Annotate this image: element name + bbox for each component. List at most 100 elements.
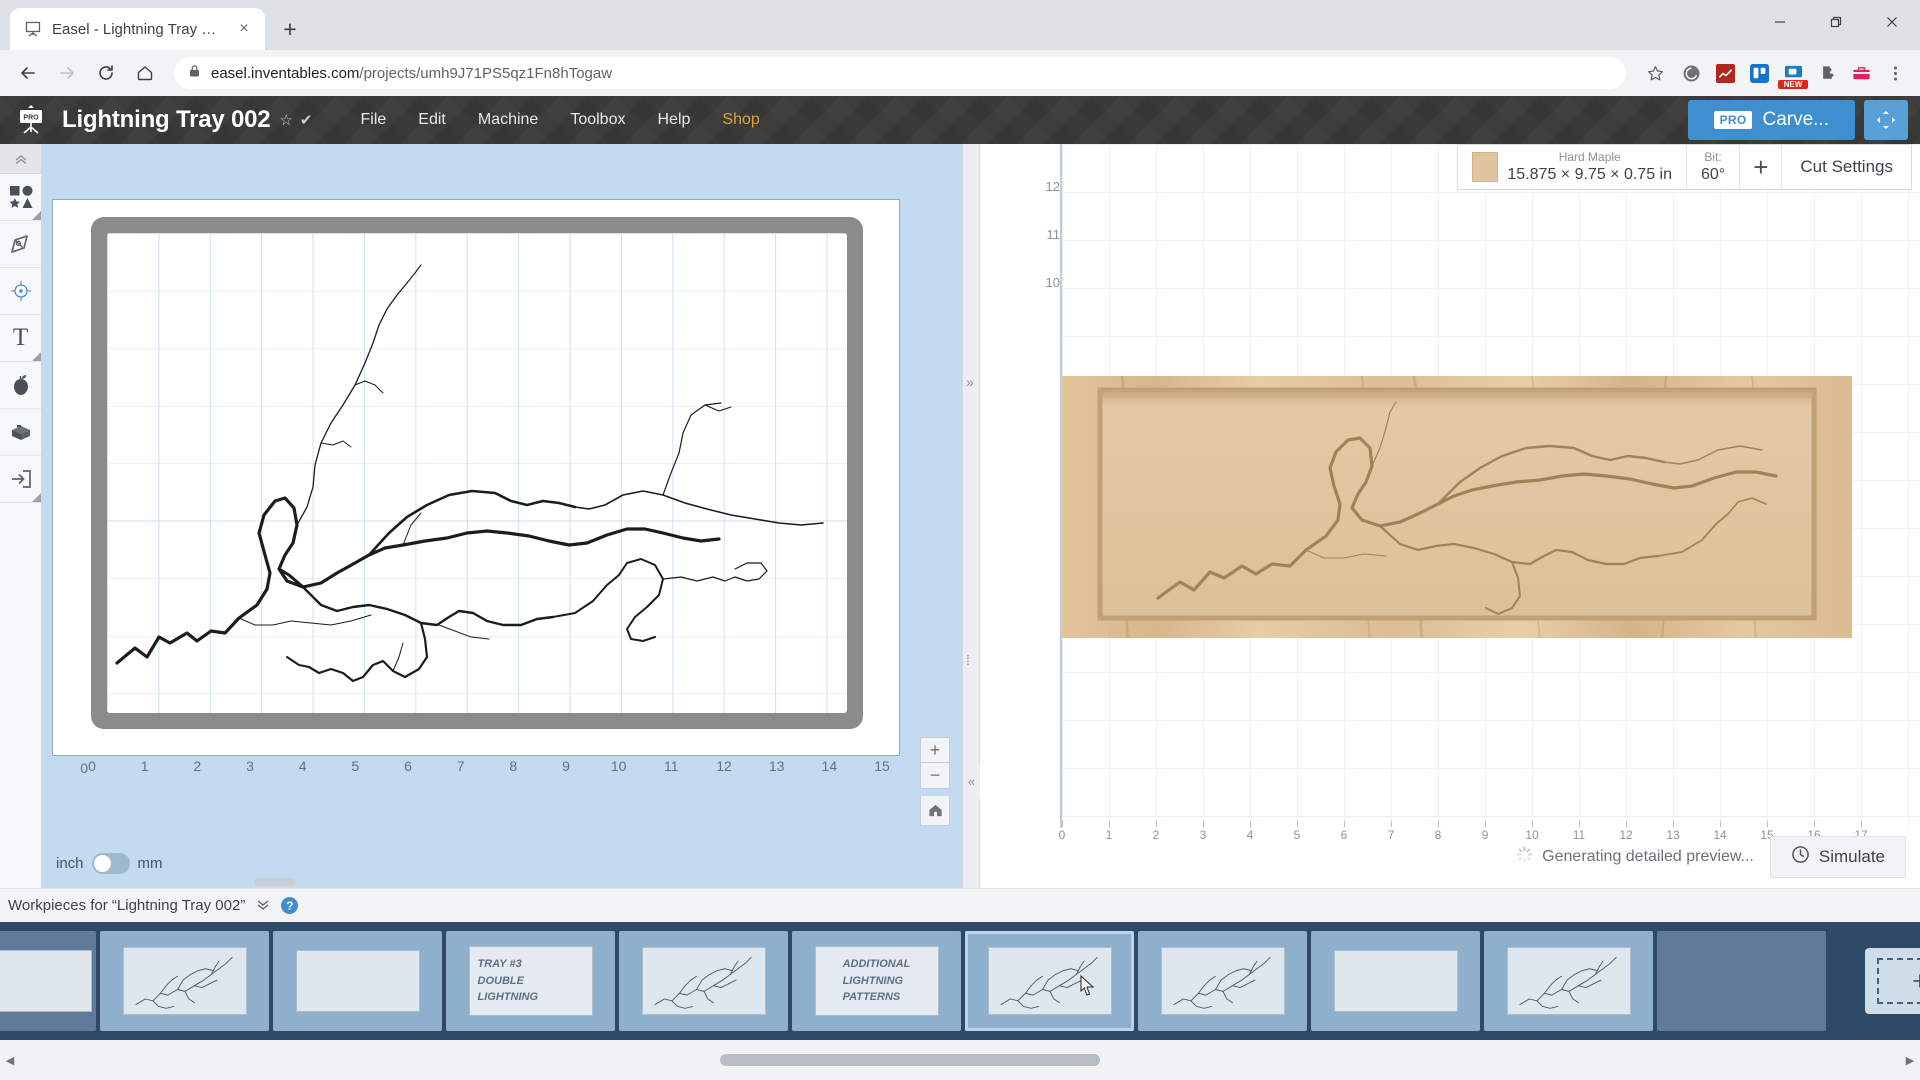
workpiece-tile[interactable] bbox=[965, 931, 1134, 1031]
scroll-left-arrow-icon[interactable]: ◀ bbox=[0, 1050, 20, 1070]
menu-edit[interactable]: Edit bbox=[404, 104, 460, 136]
preview-ruler-h-mark bbox=[1673, 821, 1674, 827]
grammarly-extension-icon[interactable] bbox=[1676, 58, 1706, 88]
lightning-design-vector[interactable] bbox=[107, 233, 847, 713]
home-icon[interactable] bbox=[127, 55, 163, 91]
workpiece-tile[interactable] bbox=[1657, 931, 1826, 1031]
thumbnail-lightning-vector bbox=[135, 956, 233, 1009]
bit-info[interactable]: Bit: 60° bbox=[1687, 145, 1741, 189]
center-tool[interactable] bbox=[0, 268, 41, 315]
apps-tool[interactable] bbox=[0, 362, 41, 409]
design-canvas-pane[interactable]: 9876543210 0123456789101112131415 bbox=[42, 144, 962, 888]
screen-recorder-extension-icon[interactable]: NEW bbox=[1778, 58, 1808, 89]
easel-pro-logo-icon[interactable]: PRO bbox=[12, 101, 50, 139]
zoom-home-button[interactable] bbox=[920, 796, 950, 826]
window-minimize-button[interactable] bbox=[1752, 0, 1808, 44]
text-tool[interactable]: T bbox=[0, 315, 41, 362]
pro-badge: PRO bbox=[1713, 111, 1753, 129]
tab-close-icon[interactable]: × bbox=[233, 18, 255, 40]
three-d-preview-pane[interactable]: 12 11 10 0 1 2 3 4 5 6 7 8 9 10 11 12 13 14 15 16 17 bbox=[980, 144, 1920, 888]
reload-icon[interactable] bbox=[88, 55, 124, 91]
cut-settings-button[interactable]: Cut Settings bbox=[1782, 145, 1911, 189]
canvas-ruler-h-tick: 14 bbox=[821, 758, 838, 774]
unit-toggle-switch[interactable] bbox=[91, 853, 130, 874]
three-d-tool[interactable] bbox=[0, 409, 41, 456]
omnibox[interactable]: easel.inventables.com/projects/umh9J71PS… bbox=[174, 57, 1626, 89]
workpiece-thumbnail: TRAY #3 DOUBLE LIGHTNING bbox=[468, 946, 593, 1016]
workpiece-tile[interactable] bbox=[1138, 931, 1307, 1031]
canvas-ruler-h-tick: 15 bbox=[874, 758, 890, 774]
new-tab-button[interactable]: + bbox=[273, 12, 307, 46]
workpiece-tile[interactable] bbox=[619, 931, 788, 1031]
workpiece-thumbnail bbox=[1506, 947, 1631, 1015]
jog-control-button[interactable] bbox=[1864, 100, 1908, 140]
workpieces-resize-handle[interactable] bbox=[254, 878, 296, 886]
stock-material-render[interactable] bbox=[1062, 375, 1852, 639]
add-bit-button[interactable]: + bbox=[1740, 145, 1783, 189]
main-area: T 0 0 1 2 3 4 5 6 7 8 9 10 11 12 13 14 1… bbox=[0, 144, 1920, 888]
material-info[interactable]: Hard Maple 15.875 × 9.75 × 0.75 in bbox=[1458, 145, 1687, 189]
tray-interior bbox=[107, 233, 847, 713]
preview-ruler-h-tick: 2 bbox=[1152, 828, 1160, 842]
toolbox-extension-icon[interactable] bbox=[1846, 58, 1876, 88]
simulate-button[interactable]: Simulate bbox=[1769, 836, 1906, 878]
window-close-button[interactable] bbox=[1864, 0, 1920, 44]
workpiece-tile[interactable] bbox=[100, 931, 269, 1031]
workpiece-tile[interactable] bbox=[1484, 931, 1653, 1031]
workpiece-tile[interactable]: ADDITIONAL LIGHTNING PATTERNS bbox=[792, 931, 961, 1031]
tray-outline[interactable] bbox=[91, 217, 863, 729]
workpiece-tile[interactable] bbox=[1311, 931, 1480, 1031]
browser-tab-title: Easel - Lightning Tray 002 bbox=[52, 20, 223, 38]
scroll-right-arrow-icon[interactable]: ▶ bbox=[1900, 1050, 1920, 1070]
menu-machine[interactable]: Machine bbox=[464, 104, 552, 136]
chrome-menu-icon[interactable] bbox=[1880, 58, 1910, 88]
zoom-in-button[interactable]: + bbox=[920, 737, 950, 763]
window-maximize-button[interactable] bbox=[1808, 0, 1864, 44]
carve-button[interactable]: PRO Carve... bbox=[1687, 100, 1855, 140]
add-workpiece-card[interactable]: + bbox=[1865, 948, 1920, 1014]
trello-extension-icon[interactable] bbox=[1744, 58, 1774, 88]
menu-toolbox[interactable]: Toolbox bbox=[556, 104, 639, 136]
menu-help[interactable]: Help bbox=[643, 104, 704, 136]
toolbar-collapse-button[interactable] bbox=[0, 144, 41, 174]
help-icon[interactable]: ? bbox=[281, 897, 299, 914]
divider-expand-right-icon[interactable]: » bbox=[966, 374, 974, 390]
preview-status-text: Generating detailed preview... bbox=[1542, 848, 1754, 865]
chart-extension-icon[interactable] bbox=[1710, 58, 1740, 88]
preview-ruler-h-mark bbox=[1814, 821, 1815, 827]
thumbnail-lightning-vector bbox=[1519, 956, 1617, 1009]
material-swatch bbox=[1472, 152, 1499, 182]
scrollbar-thumb[interactable] bbox=[720, 1054, 1100, 1066]
back-icon[interactable] bbox=[10, 55, 46, 91]
workpiece-tile[interactable] bbox=[273, 931, 442, 1031]
puzzle-extensions-icon[interactable] bbox=[1812, 58, 1842, 88]
thumbnail-lightning-vector bbox=[1000, 956, 1098, 1009]
chevron-double-down-icon[interactable] bbox=[255, 898, 271, 914]
workpiece-tile[interactable] bbox=[0, 931, 96, 1031]
import-tool[interactable] bbox=[0, 456, 41, 503]
canvas-ruler-h-tick: 3 bbox=[246, 758, 254, 774]
preview-ruler-v-tick: 11 bbox=[1046, 227, 1061, 242]
shapes-tool[interactable] bbox=[0, 174, 41, 221]
favorite-star-icon[interactable]: ☆ bbox=[279, 111, 292, 129]
browser-tab[interactable]: Easel - Lightning Tray 002 × bbox=[10, 8, 265, 50]
workpiece-tile[interactable]: TRAY #3 DOUBLE LIGHTNING bbox=[446, 931, 615, 1031]
workpieces-strip[interactable]: TRAY #3 DOUBLE LIGHTNING ADDITIONAL LIGHTN… bbox=[0, 922, 1920, 1040]
menu-shop[interactable]: Shop bbox=[708, 104, 773, 136]
pen-tool[interactable] bbox=[0, 221, 41, 268]
add-workpiece-tile[interactable]: + bbox=[1830, 931, 1920, 1031]
divider-grip-icon[interactable]: ⁞ bbox=[966, 652, 970, 668]
unit-toggle[interactable]: inch mm bbox=[56, 853, 163, 874]
menu-file[interactable]: File bbox=[346, 104, 400, 136]
forward-icon[interactable] bbox=[49, 55, 85, 91]
preview-footer: Generating detailed preview... Simulate bbox=[1516, 836, 1906, 878]
simulate-button-label: Simulate bbox=[1818, 847, 1885, 866]
bottom-horizontal-scrollbar[interactable]: ◀ ▶ bbox=[0, 1040, 1920, 1080]
zoom-out-button[interactable]: − bbox=[920, 763, 950, 789]
canvas-ruler-h-tick: 0 bbox=[88, 758, 96, 774]
star-icon[interactable] bbox=[1637, 55, 1673, 91]
preview-ruler-h-mark bbox=[1485, 821, 1486, 827]
preview-collapse-button[interactable]: « bbox=[963, 764, 980, 798]
scrollbar-track[interactable] bbox=[20, 1054, 1900, 1066]
unit-label-mm: mm bbox=[137, 855, 163, 872]
